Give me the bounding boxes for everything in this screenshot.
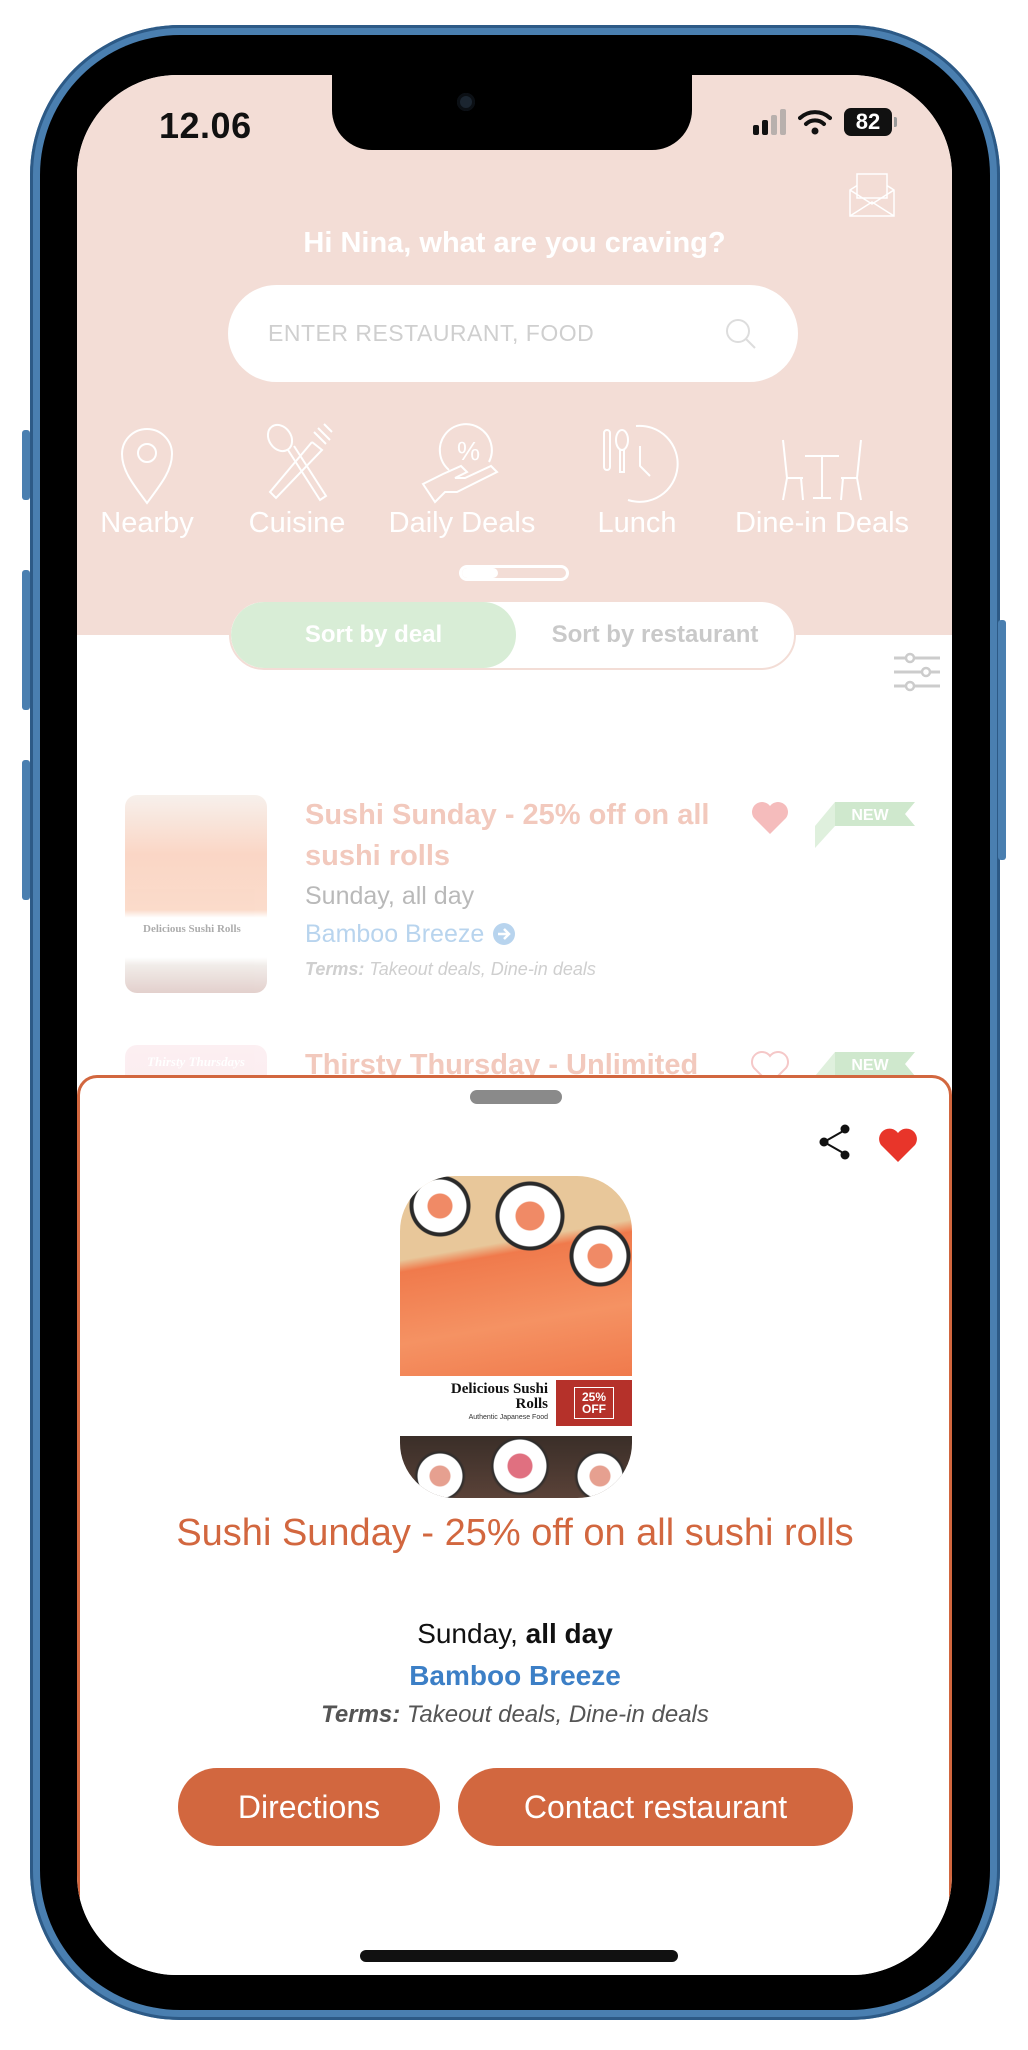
mail-icon[interactable]	[847, 170, 897, 220]
terms-label: Terms:	[321, 1701, 401, 1728]
arrow-right-circle-icon[interactable]	[492, 922, 516, 946]
battery-indicator: 82	[844, 108, 897, 136]
category-scroll-indicator[interactable]	[459, 565, 569, 581]
terms-value: Takeout deals, Dine-in deals	[406, 1701, 709, 1728]
category-daily-deals[interactable]: % Daily Deals	[382, 420, 542, 540]
deal-title[interactable]: Sushi Sunday - 25% off on all sushi roll…	[305, 795, 765, 877]
image-banner: Delicious Sushi Rolls Authentic Japanese…	[400, 1376, 632, 1436]
power-button	[998, 620, 1006, 860]
category-nearby[interactable]: Nearby	[92, 420, 202, 540]
new-badge: NEW	[815, 802, 915, 848]
deal-terms: Terms: Takeout deals, Dine-in deals	[305, 953, 765, 985]
deal-time: all day	[401, 882, 475, 910]
app-screen: 12.06 82 Hi Nina, what are you craving?	[77, 75, 952, 1975]
category-cuisine[interactable]: Cuisine	[237, 420, 357, 540]
sushi-photo-bottom	[400, 1436, 632, 1498]
category-lunch[interactable]: Lunch	[587, 420, 687, 540]
terms-value: Takeout deals, Dine-in deals	[369, 959, 596, 979]
greeting: Hi Nina, what are you craving?	[303, 227, 726, 259]
mute-switch	[22, 430, 30, 500]
category-label: Cuisine	[248, 507, 346, 539]
deal-info: Sushi Sunday - 25% off on all sushi roll…	[305, 795, 765, 985]
sort-by-deal-button[interactable]: Sort by deal	[231, 602, 516, 668]
home-indicator[interactable]	[360, 1950, 678, 1962]
deal-day: Sunday,	[417, 1618, 518, 1649]
restaurant-name: Bamboo Breeze	[305, 920, 485, 948]
sort-toggle[interactable]: Sort by deal Sort by restaurant	[229, 600, 796, 670]
category-label: Dine-in Deals	[734, 507, 910, 539]
deal-thumbnail: Delicious Sushi Rolls	[125, 795, 267, 993]
status-icons: 82	[753, 108, 897, 136]
volume-down-button	[22, 760, 30, 900]
deal-day: Sunday,	[305, 882, 395, 910]
location-pin-icon	[120, 428, 174, 505]
svg-text:NEW: NEW	[851, 1057, 889, 1074]
deal-schedule: Sunday, all day	[305, 877, 765, 915]
deal-detail-restaurant-link[interactable]: Bamboo Breeze	[80, 1660, 950, 1692]
search-icon[interactable]	[724, 317, 758, 351]
thumbnail-caption: Delicious Sushi Rolls	[143, 923, 241, 935]
category-label: Lunch	[597, 507, 677, 539]
favorite-heart-icon[interactable]	[878, 1128, 918, 1164]
search-input[interactable]	[268, 320, 724, 347]
cellular-signal-icon	[753, 109, 786, 135]
front-camera	[457, 93, 475, 111]
sushi-photo-top	[400, 1176, 632, 1376]
category-carousel[interactable]: Nearby Cuisine % Daily Deals Lunch Dine-…	[77, 420, 952, 550]
deal-restaurant-link[interactable]: Bamboo Breeze	[305, 915, 765, 953]
sort-by-restaurant-button[interactable]: Sort by restaurant	[516, 602, 794, 668]
deal-time: all day	[525, 1618, 613, 1649]
image-heading: Delicious Sushi Rolls	[450, 1381, 548, 1412]
deal-detail-schedule: Sunday, all day	[80, 1618, 950, 1650]
deal-detail-sheet: Delicious Sushi Rolls Authentic Japanese…	[77, 1075, 952, 1975]
table-chairs-icon	[782, 439, 862, 501]
image-subheading: Authentic Japanese Food	[468, 1414, 548, 1421]
spoon-fork-icon	[266, 423, 333, 502]
deal-title-text: Sushi Sunday - 25% off on all sushi roll…	[305, 799, 710, 872]
volume-up-button	[22, 570, 30, 710]
svg-text:NEW: NEW	[851, 807, 889, 824]
header: 12.06 82 Hi Nina, what are you craving?	[77, 75, 952, 635]
sheet-drag-handle[interactable]	[470, 1090, 562, 1104]
deal-image: Delicious Sushi Rolls Authentic Japanese…	[400, 1176, 632, 1498]
thumbnail-caption: Thirsty Thursdays	[147, 1054, 245, 1069]
svg-text:%: %	[457, 436, 480, 466]
category-label: Nearby	[100, 507, 194, 539]
percent-hand-icon: %	[421, 423, 499, 504]
search-bar[interactable]	[228, 285, 798, 382]
filter-sliders-icon[interactable]	[892, 650, 942, 695]
contact-restaurant-button[interactable]: Contact restaurant	[458, 1768, 853, 1846]
scroll-thumb[interactable]	[462, 568, 499, 578]
terms-label: Terms:	[305, 959, 365, 979]
directions-button[interactable]: Directions	[178, 1768, 440, 1846]
deal-detail-terms: Terms: Takeout deals, Dine-in deals	[80, 1701, 950, 1729]
cutlery-clock-icon	[603, 424, 679, 503]
deal-detail-title: Sushi Sunday - 25% off on all sushi roll…	[176, 1512, 854, 1554]
wifi-icon	[798, 110, 832, 135]
status-time: 12.06	[159, 105, 252, 146]
category-dine-in-deals[interactable]: Dine-in Deals	[727, 420, 917, 540]
category-label: Daily Deals	[388, 507, 536, 539]
deal-list-item[interactable]: Delicious Sushi Rolls Sushi Sunday - 25%…	[125, 795, 925, 995]
image-discount-badge: 25% OFF	[556, 1380, 632, 1426]
share-icon[interactable]	[818, 1123, 852, 1161]
camera-notch	[332, 75, 692, 150]
favorite-heart-icon[interactable]	[750, 800, 790, 836]
